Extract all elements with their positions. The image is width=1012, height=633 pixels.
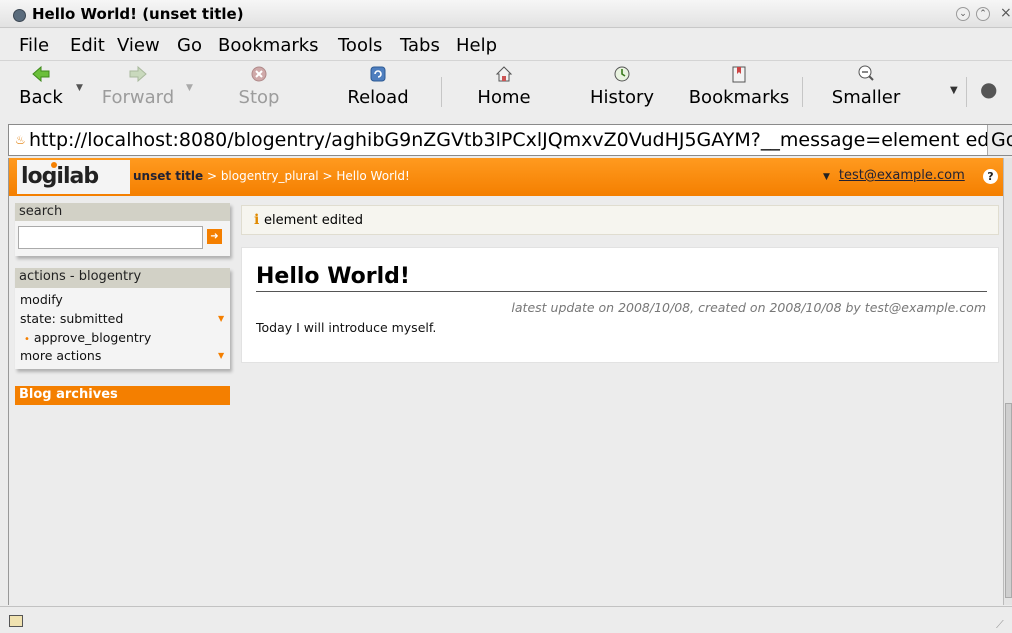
maximize-icon[interactable]: ⌃ — [976, 7, 990, 21]
go-button[interactable]: Go — [987, 125, 1012, 155]
entry-content: Hello World! latest update on 2008/10/08… — [241, 247, 999, 363]
logo-text: logilab — [21, 164, 99, 189]
entry-title: Hello World! — [256, 264, 410, 289]
url-text[interactable]: http://localhost:8080/blogentry/aghibG9n… — [29, 129, 987, 151]
back-arrow-icon — [30, 63, 52, 85]
back-button[interactable]: Back — [16, 63, 66, 108]
menu-tools[interactable]: Tools — [338, 35, 382, 56]
stop-icon — [248, 63, 270, 85]
site-favicon-icon: ♨ — [15, 133, 26, 147]
resize-grip-icon[interactable]: ⟋ — [996, 618, 1004, 632]
search-box: search ➜ — [15, 203, 230, 256]
close-icon[interactable]: × — [1000, 5, 1012, 21]
forward-history-dropdown-icon[interactable]: ▼ — [186, 83, 193, 93]
bullet-icon: • — [24, 334, 30, 345]
menu-file[interactable]: File — [19, 35, 49, 56]
scrollbar-thumb[interactable] — [1005, 403, 1012, 598]
toolbar-separator — [802, 77, 803, 107]
home-icon — [493, 63, 515, 85]
zoom-smaller-button[interactable]: Smaller — [826, 63, 906, 108]
user-menu[interactable]: ▼ test@example.com — [823, 168, 965, 183]
toolbar-overflow-icon[interactable]: ▼ — [950, 85, 958, 96]
bookmarks-button[interactable]: Bookmarks — [684, 63, 794, 108]
action-transition-label: approve_blogentry — [33, 330, 152, 345]
action-modify[interactable]: modify — [20, 292, 63, 307]
window-title: Hello World! (unset title) — [32, 5, 244, 23]
entry-body: Today I will introduce myself. — [256, 320, 437, 335]
back-history-dropdown-icon[interactable]: ▼ — [76, 83, 83, 93]
stop-button[interactable]: Stop — [236, 63, 282, 108]
menu-edit[interactable]: Edit — [70, 35, 105, 56]
logo-dot — [51, 162, 57, 168]
forward-button[interactable]: Forward — [98, 63, 178, 108]
minimize-icon[interactable]: ⌄ — [956, 7, 970, 21]
user-dropdown-icon[interactable]: ▼ — [823, 172, 830, 182]
history-button[interactable]: History — [587, 63, 657, 108]
menu-view[interactable]: View — [117, 35, 160, 56]
security-lock-icon[interactable] — [9, 615, 23, 627]
toolbar-separator — [441, 77, 442, 107]
reload-button[interactable]: Reload — [343, 63, 413, 108]
action-transition[interactable]: • approve_blogentry — [24, 330, 151, 345]
breadcrumb-separator: > — [203, 169, 221, 183]
gnome-foot-icon: ● — [980, 77, 998, 101]
app-icon — [13, 9, 26, 22]
breadcrumb-current: Hello World! — [336, 169, 410, 183]
site-header: logilab unset title > blogentry_plural >… — [9, 158, 1003, 196]
reload-icon — [367, 63, 389, 85]
menu-bookmarks[interactable]: Bookmarks — [218, 35, 319, 56]
history-icon — [611, 63, 633, 85]
user-email-link[interactable]: test@example.com — [839, 168, 965, 183]
bookmarks-icon — [728, 63, 750, 85]
state-dropdown-icon[interactable]: ▼ — [218, 314, 224, 323]
more-actions-dropdown-icon[interactable]: ▼ — [218, 351, 224, 360]
navigation-toolbar: Back ▼ Forward ▼ Stop Reload Home Histor… — [0, 60, 1012, 120]
action-state[interactable]: state: submitted — [20, 311, 123, 326]
logilab-logo[interactable]: logilab — [17, 160, 130, 194]
home-button[interactable]: Home — [474, 63, 534, 108]
title-divider — [256, 291, 987, 292]
menu-tabs[interactable]: Tabs — [400, 35, 440, 56]
vertical-scrollbar[interactable] — [1003, 158, 1012, 605]
toolbar-separator — [966, 77, 967, 107]
help-icon[interactable]: ? — [983, 169, 998, 184]
info-icon: i — [254, 212, 260, 228]
action-more[interactable]: more actions — [20, 348, 101, 363]
window-titlebar: Hello World! (unset title) ⌄ ⌃ × — [0, 0, 1012, 28]
zoom-out-icon — [855, 63, 877, 85]
breadcrumb-separator: > — [318, 169, 337, 183]
actions-box-title: actions - blogentry — [15, 268, 230, 288]
address-bar[interactable]: ♨ http://localhost:8080/blogentry/aghibG… — [8, 124, 1012, 156]
forward-arrow-icon — [127, 63, 149, 85]
status-message: i element edited — [241, 205, 999, 235]
status-bar: ⟋ — [0, 606, 1012, 633]
breadcrumb-section[interactable]: blogentry_plural — [221, 169, 319, 183]
menu-help[interactable]: Help — [456, 35, 497, 56]
page-viewport: logilab unset title > blogentry_plural >… — [8, 158, 1003, 605]
search-input[interactable] — [18, 226, 203, 249]
status-message-text: element edited — [264, 213, 363, 228]
search-box-title: search — [15, 203, 230, 221]
breadcrumb: unset title > blogentry_plural > Hello W… — [133, 169, 410, 183]
breadcrumb-root[interactable]: unset title — [133, 169, 203, 183]
menu-go[interactable]: Go — [177, 35, 202, 56]
entry-metadata: latest update on 2008/10/08, created on … — [511, 300, 986, 315]
actions-box: actions - blogentry modify state: submit… — [15, 268, 230, 369]
search-submit-icon[interactable]: ➜ — [207, 229, 222, 244]
blog-archives-box[interactable]: Blog archives — [15, 386, 230, 405]
menu-bar: File Edit View Go Bookmarks Tools Tabs H… — [0, 29, 1012, 60]
